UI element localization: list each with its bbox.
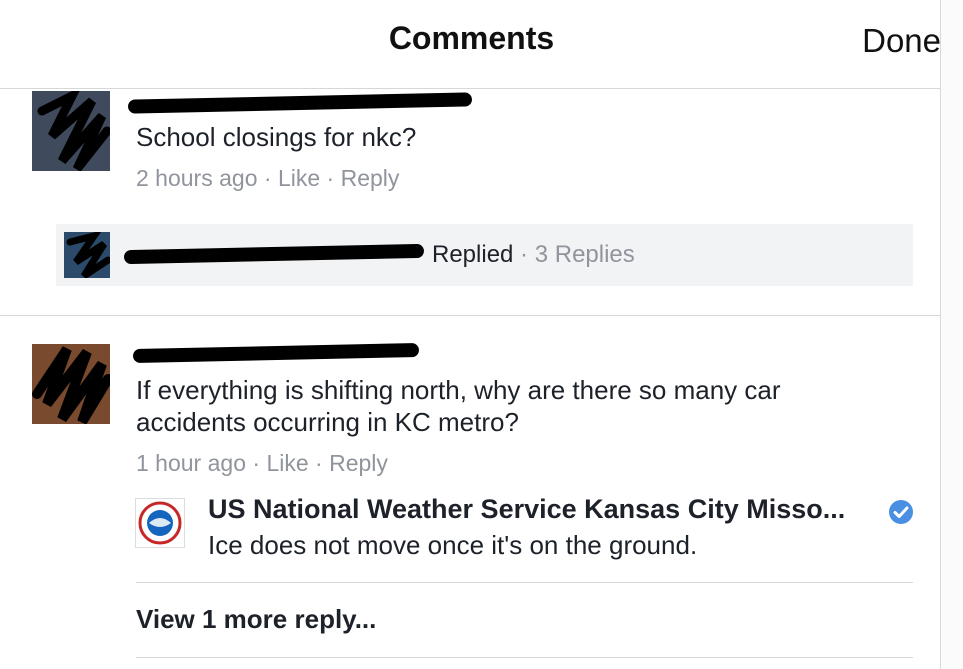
page-title: Comments <box>388 20 555 56</box>
verified-badge-icon <box>889 500 913 524</box>
like-button[interactable]: Like <box>278 165 320 191</box>
scrollbar-edge <box>940 0 963 669</box>
avatar[interactable] <box>32 344 110 424</box>
nws-seal-icon <box>138 501 182 545</box>
redacted-author-name[interactable] <box>132 343 420 363</box>
avatar[interactable] <box>32 91 110 171</box>
comment-divider <box>0 315 940 316</box>
redaction-scribble <box>66 232 110 278</box>
comment-text: School closings for nkc? <box>136 122 417 152</box>
view-more-replies-link[interactable]: View 1 more reply... <box>136 604 376 635</box>
comment-meta: 2 hours ago · Like · Reply <box>136 165 400 191</box>
like-button[interactable]: Like <box>266 450 308 476</box>
bottom-divider <box>136 657 913 658</box>
nws-logo[interactable] <box>135 498 185 548</box>
redaction-scribble <box>32 346 110 424</box>
comment-meta: 1 hour ago · Like · Reply <box>136 450 388 476</box>
redacted-author-name[interactable] <box>127 92 473 114</box>
replied-label[interactable]: Replied · 3 Replies <box>432 241 635 269</box>
comment-text: If everything is shifting north, why are… <box>136 375 781 437</box>
reply-text: Ice does not move once it's on the groun… <box>208 530 698 560</box>
reply-author-name[interactable]: US National Weather Service Kansas City … <box>208 494 845 525</box>
redaction-scribble <box>37 91 110 171</box>
comment-time: 1 hour ago <box>136 450 246 476</box>
comment-time: 2 hours ago <box>136 165 258 191</box>
reply-button[interactable]: Reply <box>341 165 400 191</box>
avatar <box>64 232 110 278</box>
comments-header: Comments Done <box>0 0 963 89</box>
replies-count[interactable]: 3 Replies <box>535 241 635 268</box>
reply-button[interactable]: Reply <box>329 450 388 476</box>
reply-divider <box>136 582 913 583</box>
done-button[interactable]: Done <box>862 22 941 60</box>
